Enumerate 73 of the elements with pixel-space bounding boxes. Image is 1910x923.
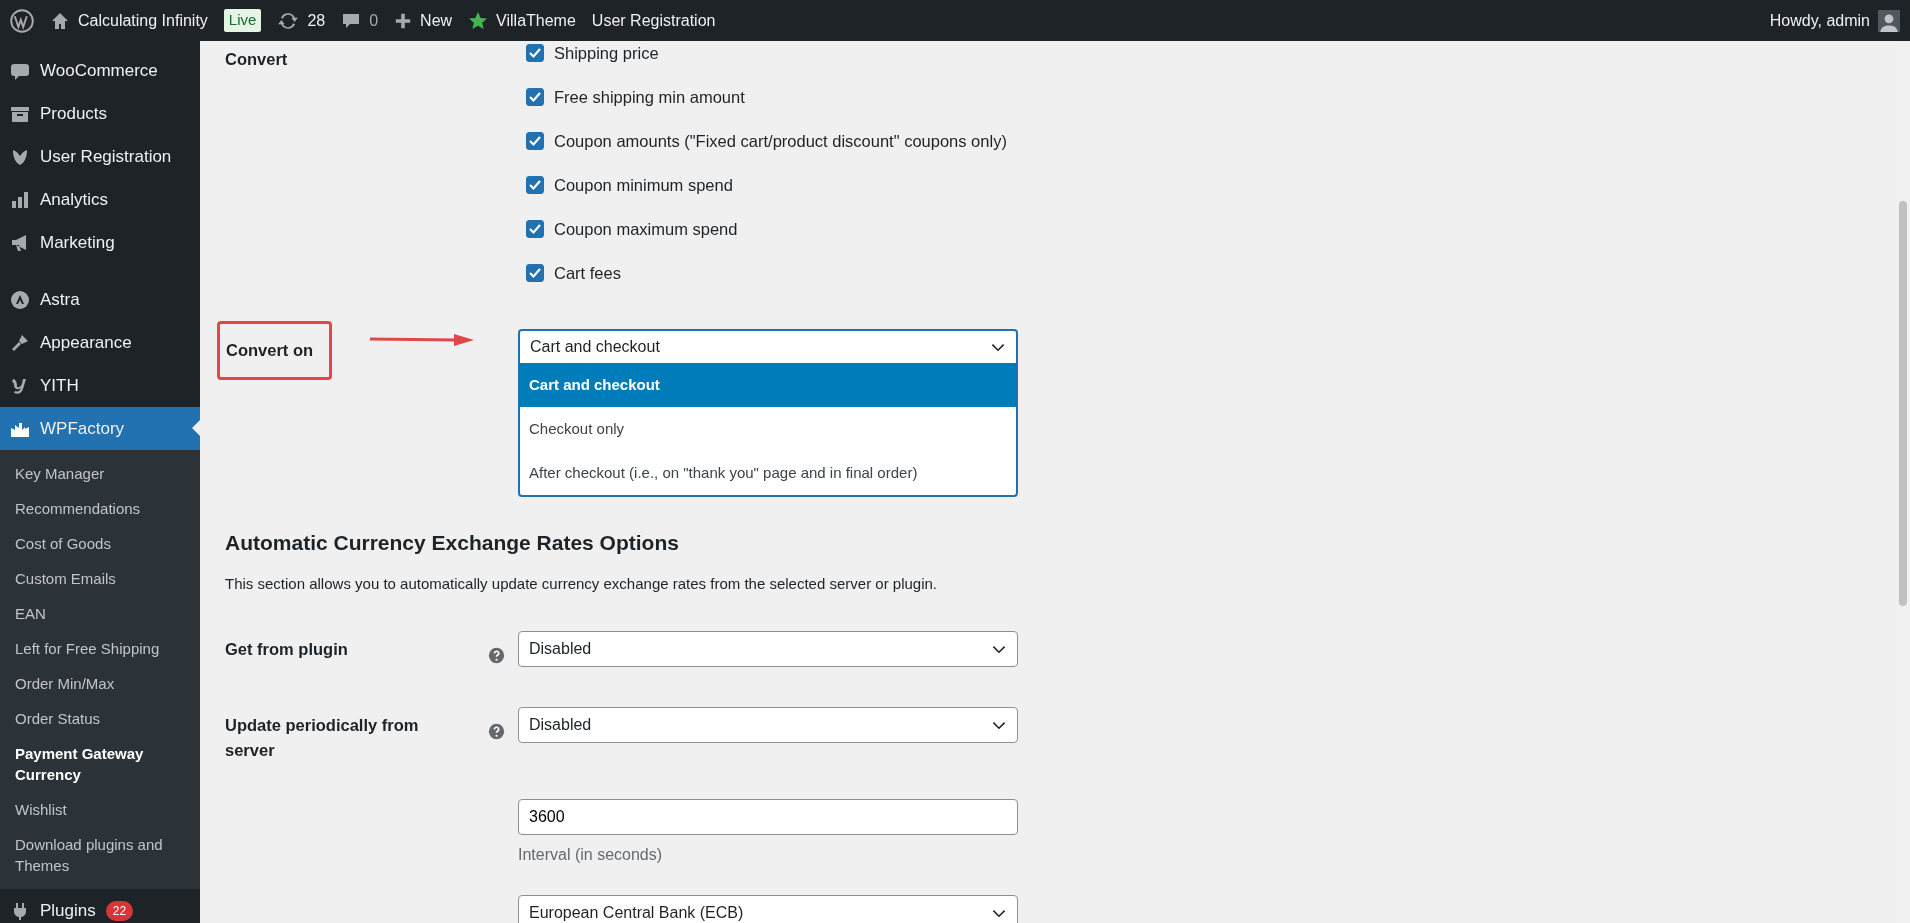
submenu-item[interactable]: Cost of Goods (0, 526, 200, 561)
home-icon (50, 10, 70, 31)
sidebar-item[interactable]: Products (0, 92, 200, 135)
submenu-item[interactable]: Custom Emails (0, 561, 200, 596)
submenu-item[interactable]: Recommendations (0, 491, 200, 526)
checkbox[interactable] (526, 88, 544, 106)
dropdown-option[interactable]: Checkout only (520, 407, 1016, 451)
sidebar-item[interactable]: Analytics (0, 178, 200, 221)
field-label: Get from plugin (225, 640, 348, 659)
checkbox-label: Coupon amounts ("Fixed cart/product discount" coupons only) (554, 130, 1007, 152)
field-label: Update periodically from server (225, 716, 419, 760)
account-link[interactable]: Howdy, admin (1769, 8, 1900, 33)
plus-icon (394, 11, 413, 30)
new-link[interactable]: New (394, 8, 453, 33)
updates-count: 28 (307, 10, 326, 31)
site-name: Calculating Infinity (78, 10, 208, 31)
submenu-item[interactable]: Payment Gateway Currency (0, 736, 200, 792)
select-dropdown[interactable]: Disabled (518, 707, 1018, 744)
submenu-item[interactable]: Wishlist (0, 792, 200, 827)
count-badge: 22 (105, 900, 134, 921)
sidebar-item[interactable]: Marketing (0, 221, 200, 264)
submenu-item[interactable]: Order Status (0, 701, 200, 736)
checkbox[interactable] (526, 264, 544, 282)
arrow-icon (370, 333, 475, 347)
checkbox-label: Coupon maximum spend (554, 218, 738, 240)
sidebar-item[interactable]: WPFactory (0, 407, 200, 450)
star-icon (468, 10, 489, 31)
select-dropdown[interactable]: European Central Bank (ECB) (518, 894, 1018, 923)
dropdown-option[interactable]: Cart and checkout (520, 363, 1016, 407)
admin-bar-link[interactable]: VillaTheme (468, 8, 576, 33)
number-input[interactable]: 3600 (518, 798, 1018, 835)
submenu-item[interactable]: Order Min/Max (0, 666, 200, 701)
comments-link[interactable]: 0 (341, 8, 379, 33)
sidebar-item[interactable]: User Registration (0, 135, 200, 178)
bar-chart-icon (10, 189, 30, 210)
field-hint: Interval (in seconds) (518, 844, 664, 865)
submenu-item[interactable]: EAN (0, 596, 200, 631)
wordpress-logo-icon[interactable] (10, 8, 34, 33)
checkbox-label: Shipping price (554, 42, 659, 64)
submenu-item[interactable]: Left for Free Shipping (0, 631, 200, 666)
sidebar-item[interactable]: YITH (0, 364, 200, 407)
new-label: New (420, 10, 453, 31)
admin-bar-link[interactable]: User Registration (591, 8, 716, 33)
brush-icon (10, 332, 30, 353)
greeting: Howdy, admin (1769, 10, 1870, 31)
comments-count: 0 (369, 10, 379, 31)
checkbox[interactable] (526, 220, 544, 238)
live-badge: Live (223, 9, 262, 32)
checkbox[interactable] (526, 44, 544, 62)
avatar-icon (1878, 9, 1900, 32)
checkbox-label: Coupon minimum spend (554, 174, 733, 196)
checkbox[interactable] (526, 132, 544, 150)
sidebar-item[interactable]: Astra (0, 278, 200, 321)
submenu-item[interactable]: Download plugins and Themes (0, 827, 200, 883)
section-description: This section allows you to automatically update currency exchange rates from the selected server or plugin. (225, 573, 939, 594)
circle-logo-icon (10, 289, 30, 310)
help-icon[interactable] (488, 646, 505, 664)
sidebar-item[interactable]: Plugins 22 (0, 889, 200, 923)
updates-link[interactable]: 28 (277, 8, 326, 33)
sidebar-item[interactable]: Appearance (0, 321, 200, 364)
site-name-link[interactable]: Calculating Infinity (50, 8, 208, 33)
submenu-item[interactable]: Key Manager (0, 456, 200, 491)
checkbox[interactable] (526, 176, 544, 194)
select-dropdown[interactable]: Cart and checkout (518, 329, 1018, 365)
sidebar-item[interactable]: WooCommerce (0, 49, 200, 92)
checkbox-label: Free shipping min amount (554, 86, 745, 108)
field-label: Convert (225, 50, 288, 68)
highlighted-label: Convert on (217, 321, 333, 380)
section-heading: Automatic Currency Exchange Rates Options (225, 529, 680, 555)
checkbox-label: Cart fees (554, 262, 621, 284)
dropdown-option[interactable]: After checkout (i.e., on "thank you" page and in final order) (520, 451, 1016, 495)
select-dropdown[interactable]: Disabled (518, 631, 1018, 668)
help-icon[interactable] (488, 722, 505, 740)
